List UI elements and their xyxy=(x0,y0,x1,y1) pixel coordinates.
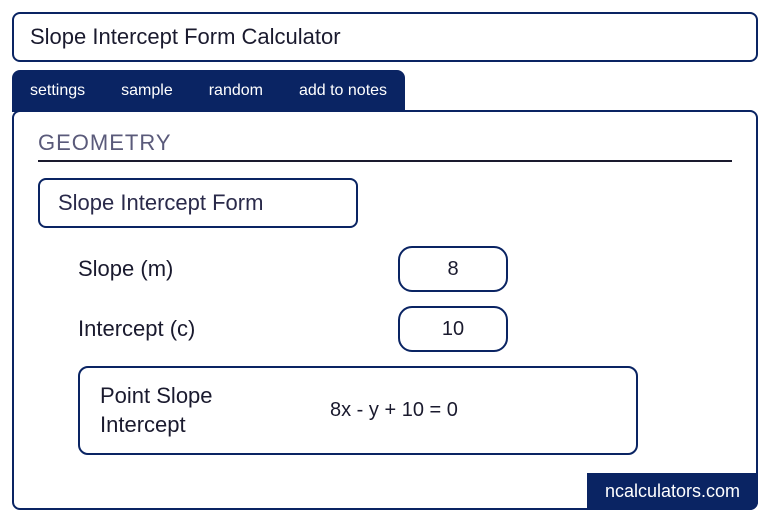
section-heading: GEOMETRY xyxy=(38,130,732,162)
result-box: Point Slope Intercept 8x - y + 10 = 0 xyxy=(78,366,638,455)
form-title: Slope Intercept Form xyxy=(38,178,358,228)
slope-input[interactable]: 8 xyxy=(398,246,508,292)
content-panel: GEOMETRY Slope Intercept Form Slope (m) … xyxy=(12,110,758,510)
slope-label: Slope (m) xyxy=(78,256,398,282)
slope-row: Slope (m) 8 xyxy=(38,246,732,292)
tab-bar: settings sample random add to notes xyxy=(12,70,405,112)
intercept-label: Intercept (c) xyxy=(78,316,398,342)
brand-badge[interactable]: ncalculators.com xyxy=(587,473,758,510)
intercept-row: Intercept (c) 10 xyxy=(38,306,732,352)
result-label: Point Slope Intercept xyxy=(100,382,300,439)
intercept-input[interactable]: 10 xyxy=(398,306,508,352)
tab-add-to-notes[interactable]: add to notes xyxy=(281,70,405,112)
tab-sample[interactable]: sample xyxy=(103,70,191,112)
result-value: 8x - y + 10 = 0 xyxy=(300,399,616,422)
tab-random[interactable]: random xyxy=(191,70,281,112)
tab-settings[interactable]: settings xyxy=(12,70,103,112)
calculator-title: Slope Intercept Form Calculator xyxy=(12,12,758,62)
